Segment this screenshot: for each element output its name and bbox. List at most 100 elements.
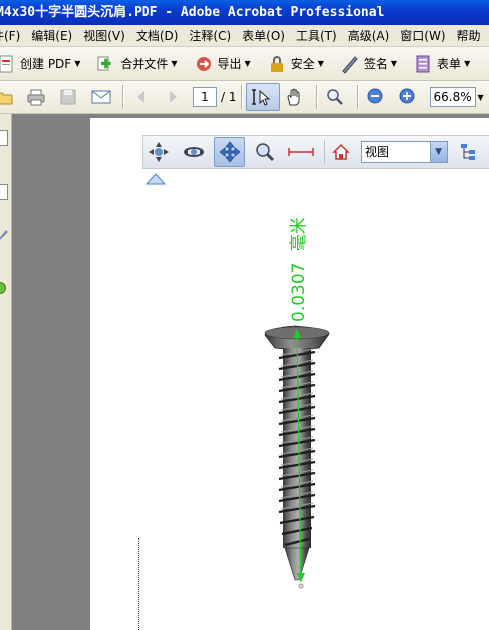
envelope-icon xyxy=(90,87,111,107)
combine-files-label: 合并文件 xyxy=(120,57,169,71)
page-total: / 1 xyxy=(221,90,237,104)
chevron-down-icon: ▼ xyxy=(74,59,81,68)
zoom-in-icon xyxy=(398,87,418,107)
3d-pan-button[interactable] xyxy=(213,137,246,167)
combine-files-button[interactable]: 合并文件 ▼ xyxy=(92,50,181,78)
toolbar-separator xyxy=(356,85,358,109)
pages-panel-icon[interactable] xyxy=(0,130,8,146)
create-pdf-icon xyxy=(0,54,16,74)
combine-files-icon xyxy=(96,54,116,74)
menu-document[interactable]: 文档(D) xyxy=(136,27,186,44)
export-button[interactable]: 导出 ▼ xyxy=(190,50,255,78)
document-area[interactable]: 视图 ▼ 0.0307 毫米 xyxy=(12,114,489,630)
printer-icon xyxy=(26,87,46,107)
3d-rotate-button[interactable] xyxy=(143,137,174,167)
zoom-3d-icon xyxy=(256,143,275,162)
zoom-out-icon xyxy=(366,87,386,107)
tasks-toolbar: 创建 PDF ▼ 合并文件 ▼ 导出 ▼ 安全 ▼ 签名 ▼ 表单 ▼ xyxy=(0,47,489,81)
chevron-down-icon: ▼ xyxy=(171,59,178,68)
chevron-down-icon: ▼ xyxy=(244,59,251,68)
spin-icon xyxy=(184,147,205,157)
email-button[interactable] xyxy=(86,83,118,111)
model-tree-icon xyxy=(461,144,476,160)
previous-page-button[interactable] xyxy=(127,83,159,111)
toolbar-separator xyxy=(122,85,123,109)
attachments-panel-icon[interactable] xyxy=(0,184,8,200)
export-label: 导出 xyxy=(217,57,242,71)
hand-icon xyxy=(284,87,304,107)
layers-panel-icon[interactable] xyxy=(0,282,6,294)
menu-edit[interactable]: 编辑(E) xyxy=(31,27,79,44)
3d-measure-button[interactable] xyxy=(285,137,316,167)
menu-forms[interactable]: 表单(O) xyxy=(242,27,292,44)
select-tool-button[interactable] xyxy=(245,83,280,111)
menu-help[interactable]: 帮助 xyxy=(457,27,488,44)
forms-label: 表单 xyxy=(437,57,462,71)
file-toolbar: 1 / 1 66.8% ▼ xyxy=(0,81,489,114)
more-tools-button[interactable] xyxy=(482,50,489,78)
measurement-value: 0.0307 xyxy=(289,262,309,322)
collapse-toolbar-icon[interactable] xyxy=(145,173,167,188)
3d-view-select[interactable]: 视图 ▼ xyxy=(360,141,448,163)
3d-toolbar: 视图 ▼ xyxy=(142,135,489,169)
zoom-in-button[interactable] xyxy=(394,83,426,111)
measurement-label: 0.0307 毫米 xyxy=(284,217,309,322)
menu-bar: 文件(F) 编辑(E) 视图(V) 文档(D) 注释(C) 表单(O) 工具(T… xyxy=(0,25,489,47)
3d-model-tree-button[interactable] xyxy=(454,137,485,167)
toolbar-separator xyxy=(240,85,242,109)
cursor-text-select-icon xyxy=(251,87,271,107)
export-icon xyxy=(194,54,214,74)
sign-label: 签名 xyxy=(363,57,388,71)
menu-view[interactable]: 视图(V) xyxy=(83,27,132,44)
save-button[interactable] xyxy=(54,83,86,111)
chevron-down-icon: ▼ xyxy=(429,142,447,162)
pdf-page[interactable]: 视图 ▼ 0.0307 毫米 xyxy=(90,118,489,630)
zoom-out-button[interactable] xyxy=(362,83,394,111)
3d-home-button[interactable] xyxy=(329,137,353,167)
forms-button[interactable]: 表单 ▼ xyxy=(409,50,474,78)
arrow-left-icon xyxy=(131,87,151,107)
page-number-input[interactable]: 1 xyxy=(193,87,217,107)
measurement-unit: 毫米 xyxy=(289,217,309,252)
secure-button[interactable]: 安全 ▼ xyxy=(263,50,328,78)
open-button[interactable] xyxy=(0,83,22,111)
sign-button[interactable]: 签名 ▼ xyxy=(336,50,401,78)
3d-spin-button[interactable] xyxy=(178,137,209,167)
3d-zoom-button[interactable] xyxy=(249,137,280,167)
menu-advanced[interactable]: 高级(A) xyxy=(348,27,397,44)
rotate-3d-icon xyxy=(148,142,169,162)
floppy-icon xyxy=(58,87,78,107)
next-page-button[interactable] xyxy=(159,83,191,111)
toolbar-separator xyxy=(315,85,317,109)
home-icon xyxy=(332,143,350,160)
zoom-tool-button[interactable] xyxy=(321,83,353,111)
magnifier-icon xyxy=(325,87,345,107)
print-button[interactable] xyxy=(22,83,54,111)
chevron-down-icon: ▼ xyxy=(390,59,398,68)
menu-comments[interactable]: 注释(C) xyxy=(189,27,238,44)
menu-window[interactable]: 窗口(W) xyxy=(400,27,452,44)
folder-icon xyxy=(0,87,14,107)
lock-icon xyxy=(267,54,287,74)
form-icon xyxy=(413,54,433,74)
chevron-down-icon: ▼ xyxy=(317,59,324,68)
navigation-panel xyxy=(0,114,12,630)
page-margin-guide xyxy=(138,538,139,630)
pen-icon xyxy=(340,54,360,74)
toolbar-separator xyxy=(324,140,326,164)
pan-icon xyxy=(219,141,241,163)
zoom-level-input[interactable]: 66.8% xyxy=(429,87,476,107)
arrow-right-icon xyxy=(163,87,183,107)
measure-icon xyxy=(287,148,314,156)
menu-file[interactable]: 文件(F) xyxy=(0,27,27,44)
create-pdf-button[interactable]: 创建 PDF ▼ xyxy=(0,50,84,78)
view-select-value: 视图 xyxy=(364,145,389,159)
secure-label: 安全 xyxy=(290,57,315,71)
zoom-dropdown-icon[interactable]: ▼ xyxy=(478,93,484,102)
hand-tool-button[interactable] xyxy=(280,83,312,111)
window-title: M4x30十字半圆头沉肩.PDF - Adobe Acrobat Profess… xyxy=(0,5,385,20)
create-pdf-label: 创建 PDF xyxy=(20,57,72,71)
signatures-panel-icon[interactable] xyxy=(0,228,8,242)
chevron-down-icon: ▼ xyxy=(464,59,471,68)
menu-tools[interactable]: 工具(T) xyxy=(296,27,344,44)
